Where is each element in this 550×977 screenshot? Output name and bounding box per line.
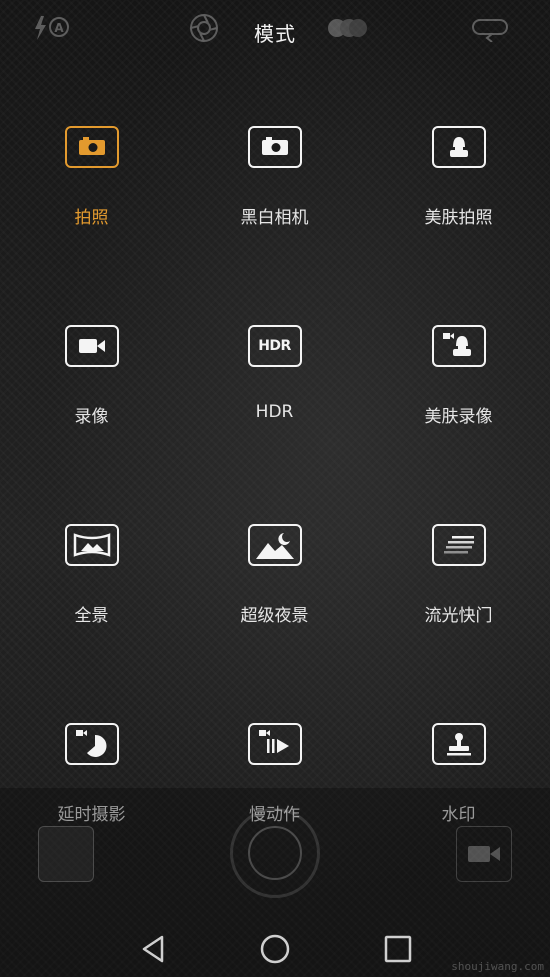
slow-motion-icon [247, 723, 302, 765]
hdr-icon: HDR [247, 325, 302, 367]
mode-light-painting[interactable]: 流光快门 [367, 498, 550, 698]
video-camera-icon [468, 846, 500, 862]
switch-camera-icon[interactable] [470, 14, 510, 42]
gallery-thumbnail[interactable] [38, 826, 94, 882]
night-landscape-icon [247, 524, 302, 566]
camera-icon [247, 126, 302, 168]
video-icon [64, 325, 119, 367]
top-bar: A 模式 [0, 0, 550, 64]
mode-label: 全景 [74, 606, 109, 626]
portrait-icon [431, 126, 486, 168]
panorama-icon [64, 524, 119, 566]
mode-label: 黑白相机 [240, 208, 309, 228]
shutter-inner-ring [248, 826, 302, 880]
mode-super-night[interactable]: 超级夜景 [183, 498, 366, 698]
mode-panorama[interactable]: 全景 [0, 498, 183, 698]
mode-label: 美肤拍照 [424, 208, 493, 228]
back-icon[interactable] [138, 933, 170, 965]
recents-icon[interactable] [382, 933, 414, 965]
camera-icon [64, 126, 119, 168]
mode-label: 超级夜景 [240, 606, 309, 626]
portrait-video-icon [431, 325, 486, 367]
mode-hdr[interactable]: HDR HDR [183, 299, 366, 499]
home-icon[interactable] [259, 933, 291, 965]
navigation-bar: shoujiwang.com [0, 915, 550, 977]
mode-label: 拍照 [74, 208, 109, 228]
timelapse-icon [64, 723, 119, 765]
mode-beauty-video[interactable]: 美肤录像 [367, 299, 550, 499]
mode-black-white[interactable]: 黑白相机 [183, 100, 366, 300]
mode-label: 录像 [74, 407, 109, 427]
mode-label: 流光快门 [424, 606, 493, 626]
mode-photo[interactable]: 拍照 [0, 100, 183, 300]
mode-video[interactable]: 录像 [0, 299, 183, 499]
site-watermark: shoujiwang.com [451, 960, 544, 973]
mode-label: HDR [255, 402, 294, 422]
light-trail-icon [431, 524, 486, 566]
record-video-button[interactable] [456, 826, 512, 882]
filter-toggle-icon[interactable] [322, 16, 372, 40]
hdr-icon-text: HDR [258, 338, 291, 354]
watermark-stamp-icon [431, 723, 486, 765]
mode-beauty-photo[interactable]: 美肤拍照 [367, 100, 550, 300]
shutter-button[interactable] [230, 808, 320, 898]
mode-label: 美肤录像 [424, 407, 493, 427]
page-title: 模式 [254, 22, 296, 46]
